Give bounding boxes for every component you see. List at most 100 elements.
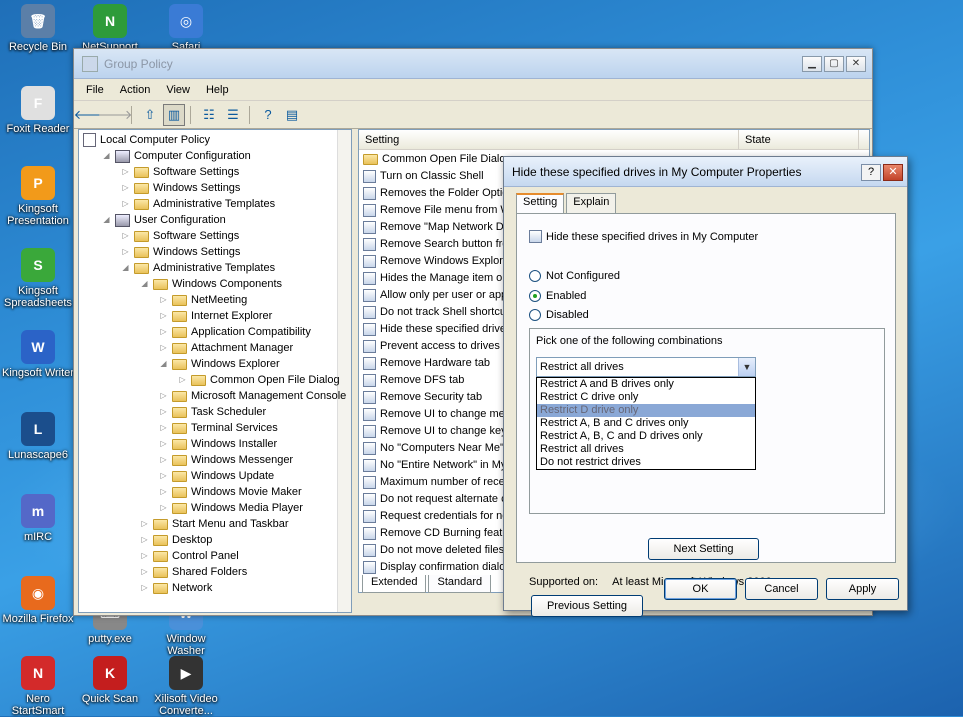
tree-node[interactable]: ▷ Software Settings	[121, 164, 239, 180]
tree-node[interactable]: ▷ Common Open File Dialog	[178, 372, 339, 388]
desktop-icon[interactable]: m mIRC	[0, 494, 76, 543]
dialog-close-button[interactable]: ✕	[883, 164, 903, 181]
tree-root[interactable]: Local Computer Policy	[83, 132, 210, 148]
desktop-icon[interactable]: ◎ Safari	[148, 4, 224, 53]
expanded-chevron-icon[interactable]: ◢	[102, 215, 111, 225]
up-folder-icon[interactable]: ⇧	[139, 104, 161, 126]
tree-node[interactable]: ▷ Control Panel	[140, 548, 238, 564]
tree-node[interactable]: ◢ Windows Explorer	[159, 356, 279, 372]
collapsed-chevron-icon[interactable]: ▷	[159, 487, 168, 497]
list-item[interactable]: Remove Windows Explore	[363, 253, 509, 270]
help-icon[interactable]: ?	[257, 104, 279, 126]
tree-node[interactable]: ▷ Windows Update	[159, 468, 274, 484]
list-item[interactable]: Common Open File Dialog	[363, 151, 512, 168]
list-item[interactable]: Allow only per user or app	[363, 287, 507, 304]
expanded-chevron-icon[interactable]: ▷	[121, 199, 130, 209]
chevron-down-icon[interactable]: ▼	[738, 358, 755, 376]
desktop-icon[interactable]: 🗑 Recycle Bin	[0, 4, 76, 53]
tree-node[interactable]: ▷ Windows Installer	[159, 436, 277, 452]
help-question-button[interactable]: ?	[861, 164, 881, 181]
tree-node[interactable]: ▷ Windows Settings	[121, 180, 240, 196]
list-item[interactable]: Remove DFS tab	[363, 372, 464, 389]
radio-disabled[interactable]: Disabled	[529, 309, 589, 321]
tree-node[interactable]: ◢ User Configuration	[102, 212, 226, 228]
tree-node[interactable]: ▷ Terminal Services	[159, 420, 277, 436]
list-item[interactable]: Do not request alternate c	[363, 491, 507, 508]
expanded-chevron-icon[interactable]: ▷	[140, 583, 149, 593]
tree-node[interactable]: ◢ Computer Configuration	[102, 148, 251, 164]
desktop-icon[interactable]: N Nero StartSmart	[0, 656, 76, 717]
maximize-button[interactable]: ▢	[824, 56, 844, 72]
collapsed-chevron-icon[interactable]: ▷	[159, 327, 168, 337]
tree-scrollbar[interactable]	[337, 130, 351, 612]
list-item[interactable]: Remove Hardware tab	[363, 355, 490, 372]
dropdown-option[interactable]: Restrict D drive only	[537, 404, 755, 417]
tree-node[interactable]: ▷ Network	[140, 580, 212, 596]
list-item[interactable]: Turn on Classic Shell	[363, 168, 484, 185]
collapsed-chevron-icon[interactable]: ▷	[159, 343, 168, 353]
dropdown-option[interactable]: Do not restrict drives	[537, 456, 755, 469]
desktop-icon[interactable]: F Foxit Reader	[0, 86, 76, 135]
show-pane-icon[interactable]: ▤	[281, 104, 303, 126]
tree-node[interactable]: ▷ Start Menu and Taskbar	[140, 516, 288, 532]
collapsed-chevron-icon[interactable]: ▷	[178, 375, 187, 385]
radio-not-configured[interactable]: Not Configured	[529, 270, 620, 282]
list-item[interactable]: Remove File menu from W	[363, 202, 511, 219]
list-item[interactable]: No "Computers Near Me" i	[363, 440, 509, 457]
apply-button[interactable]: Apply	[826, 578, 899, 600]
forward-arrow-icon[interactable]: 🡒	[98, 104, 133, 126]
desktop-icon[interactable]: S Kingsoft Spreadsheets	[0, 248, 76, 309]
list-item[interactable]: Hides the Manage item on	[363, 270, 508, 287]
list-item[interactable]: Remove CD Burning featu	[363, 525, 508, 542]
tree-node[interactable]: ▷ Windows Media Player	[159, 500, 302, 516]
dropdown-option[interactable]: Restrict A, B, C and D drives only	[537, 430, 755, 443]
radio-circle[interactable]	[529, 290, 541, 302]
expanded-chevron-icon[interactable]: ▷	[121, 167, 130, 177]
tree-node[interactable]: ▷ Windows Messenger	[159, 452, 293, 468]
tree-node[interactable]: ▷ Application Compatibility	[159, 324, 310, 340]
export-list-icon[interactable]: ☰	[222, 104, 244, 126]
expanded-chevron-icon[interactable]: ◢	[140, 279, 149, 289]
tree-node[interactable]: ▷ Windows Settings	[121, 244, 240, 260]
desktop-icon[interactable]: L Lunascape6	[0, 412, 76, 461]
drive-combination-select[interactable]: Restrict all drives ▼	[536, 357, 756, 377]
tree-node[interactable]: ◢ Windows Components	[140, 276, 282, 292]
radio-circle[interactable]	[529, 270, 541, 282]
dropdown-option[interactable]: Restrict A and B drives only	[537, 378, 755, 391]
list-item[interactable]: Hide these specified drives	[363, 321, 511, 338]
tab-standard[interactable]: Standard	[428, 575, 492, 593]
collapsed-chevron-icon[interactable]: ▷	[159, 439, 168, 449]
list-item[interactable]: Maximum number of recen	[363, 474, 511, 491]
column-setting[interactable]: Setting	[359, 130, 739, 149]
desktop-icon[interactable]: W Kingsoft Writer	[0, 330, 76, 379]
previous-setting-button[interactable]: Previous Setting	[531, 595, 643, 617]
menu-view[interactable]: View	[160, 82, 196, 98]
desktop-icon[interactable]: ◉ Mozilla Firefox	[0, 576, 76, 625]
menu-action[interactable]: Action	[114, 82, 157, 98]
menu-help[interactable]: Help	[200, 82, 235, 98]
desktop-icon[interactable]: P Kingsoft Presentation	[0, 166, 76, 227]
tree-node[interactable]: ▷ Task Scheduler	[159, 404, 266, 420]
desktop-icon[interactable]: K Quick Scan	[72, 656, 148, 705]
menu-file[interactable]: File	[80, 82, 110, 98]
desktop-icon[interactable]: N NetSupport	[72, 4, 148, 53]
column-state[interactable]: State	[739, 130, 859, 149]
tree-node[interactable]: ▷ Windows Movie Maker	[159, 484, 301, 500]
expanded-chevron-icon[interactable]: ◢	[102, 151, 111, 161]
collapsed-chevron-icon[interactable]: ▷	[159, 391, 168, 401]
list-item[interactable]: Remove "Map Network Dri	[363, 219, 510, 236]
expanded-chevron-icon[interactable]: ▷	[121, 231, 130, 241]
collapsed-chevron-icon[interactable]: ◢	[159, 359, 168, 369]
collapsed-chevron-icon[interactable]: ▷	[159, 471, 168, 481]
tab-explain[interactable]: Explain	[566, 193, 617, 214]
dropdown-option[interactable]: Restrict A, B and C drives only	[537, 417, 755, 430]
cancel-button[interactable]: Cancel	[745, 578, 818, 600]
tree-node[interactable]: ▷ Internet Explorer	[159, 308, 272, 324]
collapsed-chevron-icon[interactable]: ▷	[159, 407, 168, 417]
collapsed-chevron-icon[interactable]: ▷	[159, 503, 168, 513]
collapsed-chevron-icon[interactable]: ▷	[159, 455, 168, 465]
list-item[interactable]: Prevent access to drives fr	[363, 338, 510, 355]
collapsed-chevron-icon[interactable]: ▷	[159, 423, 168, 433]
tree-node[interactable]: ▷ Software Settings	[121, 228, 239, 244]
list-item[interactable]: Removes the Folder Optio	[363, 185, 508, 202]
